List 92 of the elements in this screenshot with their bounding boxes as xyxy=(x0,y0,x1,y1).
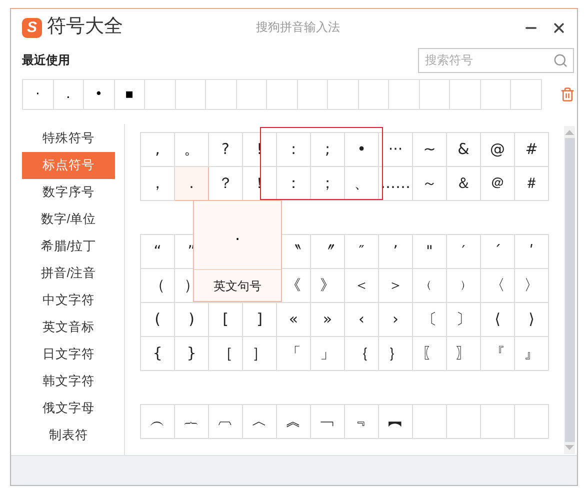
symbol-cell[interactable]: @ xyxy=(481,133,515,167)
tooltip-symbol: . xyxy=(234,224,242,246)
symbol-cell[interactable]: » xyxy=(311,303,345,337)
symbol-cell[interactable]: ］ xyxy=(243,337,277,371)
symbol-cell[interactable]: ︹ xyxy=(209,405,243,439)
symbol-cell[interactable]: ＜ xyxy=(345,269,379,303)
category-item[interactable]: 数字序号 xyxy=(22,179,115,206)
symbol-cell[interactable]: ｛ xyxy=(345,337,379,371)
symbol-cell[interactable]: 「 xyxy=(277,337,311,371)
symbol-cell[interactable]: 。 xyxy=(175,133,209,167)
symbol-cell[interactable]: ⟨ xyxy=(481,303,515,337)
symbol-cell[interactable]: • xyxy=(345,133,379,167)
symbol-cell[interactable]: ′ xyxy=(447,235,481,269)
symbol-cell[interactable]: ～ xyxy=(413,167,447,201)
symbol-cell[interactable]: ＃ xyxy=(515,167,549,201)
symbol-cell[interactable]: « xyxy=(277,303,311,337)
scroll-up-icon[interactable] xyxy=(565,129,574,135)
symbol-cell[interactable]: “ xyxy=(141,235,175,269)
scrollbar[interactable] xyxy=(564,126,575,454)
symbol-cell[interactable]: 〈 xyxy=(481,269,515,303)
symbol-cell[interactable]: } xyxy=(175,337,209,371)
symbol-cell[interactable]: ︽ xyxy=(277,405,311,439)
symbol-cell[interactable]: 〔 xyxy=(413,303,447,337)
search-field[interactable]: 搜索符号 xyxy=(418,48,574,72)
symbol-cell[interactable]: 〞 xyxy=(311,235,345,269)
symbol-cell[interactable]: & xyxy=(447,133,481,167)
symbol-cell[interactable]: ︿ xyxy=(243,405,277,439)
logo-icon: S xyxy=(22,18,42,38)
window-title: 符号大全 xyxy=(47,15,123,40)
app-name: 搜狗拼音输入法 xyxy=(256,19,340,36)
symbol-cell[interactable]: ； xyxy=(311,167,345,201)
symbol-cell[interactable]: ! xyxy=(243,133,277,167)
category-item[interactable]: 韩文字符 xyxy=(22,368,115,395)
symbol-cell[interactable]: ［ xyxy=(209,337,243,371)
symbol-cell[interactable]: › xyxy=(379,303,413,337)
category-item[interactable]: 俄文字母 xyxy=(22,395,115,422)
symbol-cell[interactable]: ) xyxy=(175,303,209,337)
symbol-cell[interactable]: { xyxy=(141,337,175,371)
symbol-cell[interactable]: ︻ xyxy=(379,405,413,439)
symbol-cell[interactable]: ， xyxy=(141,167,175,201)
symbol-cell[interactable]: 』 xyxy=(515,337,549,371)
category-item[interactable]: 数字/单位 xyxy=(22,206,115,233)
symbol-cell[interactable]: ︵ xyxy=(141,405,175,439)
symbol-cell[interactable]: ″ xyxy=(345,235,379,269)
section-label: 最近使用 xyxy=(22,52,70,69)
symbol-cell[interactable]: ~ xyxy=(413,133,447,167)
scroll-down-icon[interactable] xyxy=(565,445,574,451)
category-item[interactable]: 特殊符号 xyxy=(22,125,115,152)
symbol-cell[interactable]: ˊ xyxy=(481,235,515,269)
category-item[interactable]: 希腊/拉丁 xyxy=(22,233,115,260)
symbol-cell[interactable]: ﹙ xyxy=(413,269,447,303)
symbol-cell[interactable]: 〕 xyxy=(447,303,481,337)
symbol-cell[interactable]: ⟩ xyxy=(515,303,549,337)
symbol-cell[interactable]: 》 xyxy=(311,269,345,303)
category-item[interactable]: 英文音标 xyxy=(22,314,115,341)
symbol-cell[interactable]: ＞ xyxy=(379,269,413,303)
trash-icon[interactable] xyxy=(560,87,574,102)
symbol-cell[interactable]: （ xyxy=(141,269,175,303)
symbol-cell[interactable]: ʹ xyxy=(515,235,549,269)
scroll-thumb[interactable] xyxy=(564,138,574,442)
symbol-cell[interactable]: : xyxy=(277,133,311,167)
symbol-cell[interactable]: ? xyxy=(209,133,243,167)
symbol-cell[interactable]: ‹ xyxy=(345,303,379,337)
symbol-cell[interactable]: [ xyxy=(209,303,243,337)
symbol-cell[interactable]: ＠ xyxy=(481,167,515,201)
symbol-cell[interactable]: ︷ xyxy=(175,405,209,439)
search-icon[interactable] xyxy=(553,52,568,68)
tooltip-label: 英文句号 xyxy=(194,269,281,301)
symbol-cell[interactable]: " xyxy=(413,235,447,269)
symbol-cell[interactable]: . xyxy=(175,167,209,201)
category-item[interactable]: 日文字符 xyxy=(22,341,115,368)
symbol-cell[interactable]: ; xyxy=(311,133,345,167)
symbol-cell[interactable]: ｝ xyxy=(379,337,413,371)
symbol-cell[interactable]: 〗 xyxy=(447,337,481,371)
symbol-cell[interactable]: ＆ xyxy=(447,167,481,201)
symbol-cell[interactable]: # xyxy=(515,133,549,167)
category-item[interactable]: 制表符 xyxy=(22,422,115,449)
symbol-cell[interactable]: ] xyxy=(243,303,277,337)
symbol-cell[interactable]: 〉 xyxy=(515,269,549,303)
symbol-cell[interactable]: 、 xyxy=(345,167,379,201)
symbol-cell[interactable]: 」 xyxy=(311,337,345,371)
symbol-cell[interactable]: , xyxy=(141,133,175,167)
symbol-cell[interactable]: 〖 xyxy=(413,337,447,371)
symbol-cell[interactable]: ﹃ xyxy=(345,405,379,439)
symbol-cell[interactable]: ( xyxy=(141,303,175,337)
category-item[interactable]: 中文字符 xyxy=(22,287,115,314)
symbol-cell[interactable]: ﹚ xyxy=(447,269,481,303)
category-item[interactable]: 拼音/注音 xyxy=(22,260,115,287)
symbol-cell[interactable]: ··· xyxy=(379,133,413,167)
symbol-cell[interactable]: ﹁ xyxy=(311,405,345,439)
symbol-cell[interactable]: ’ xyxy=(379,235,413,269)
symbol-cell[interactable]: 『 xyxy=(481,337,515,371)
